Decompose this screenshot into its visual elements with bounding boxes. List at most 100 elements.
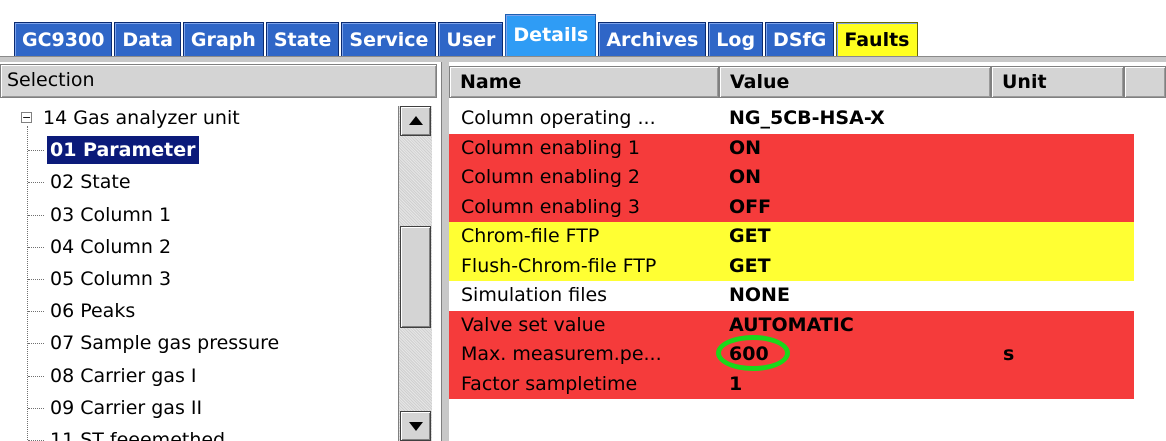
- tree-item-label[interactable]: 03 Column 1: [47, 201, 174, 229]
- cell-name: Factor sampletime: [461, 372, 638, 395]
- selection-header: Selection: [0, 64, 437, 98]
- cell-value[interactable]: NG_5CB-HSA-X: [719, 104, 991, 134]
- table-row[interactable]: Valve set value AUTOMATIC: [449, 310, 1134, 341]
- tab-dsfg[interactable]: DSfG: [765, 22, 835, 58]
- cell-value[interactable]: GET: [719, 222, 991, 252]
- tab-user[interactable]: User: [438, 22, 504, 58]
- tree-item[interactable]: 02 State: [14, 168, 394, 200]
- tree-connector: [28, 214, 44, 216]
- table-row[interactable]: Column operating ... NG_5CB-HSA-X: [449, 104, 1134, 134]
- tree-item[interactable]: 07 Sample gas pressure: [14, 329, 394, 361]
- tab-log[interactable]: Log: [708, 22, 764, 58]
- tree-connector: [28, 375, 44, 377]
- tab-archives[interactable]: Archives: [598, 22, 707, 58]
- cell-name: Valve set value: [461, 313, 606, 336]
- cell-value[interactable]: NONE: [719, 281, 991, 311]
- cell-unit: [991, 370, 1134, 400]
- table-row[interactable]: Column enabling 2 ON: [449, 163, 1134, 193]
- tab-faults[interactable]: Faults: [836, 22, 918, 58]
- tab-service[interactable]: Service: [341, 22, 437, 58]
- tab-strip: GC9300 Data Graph State Service User Details Ar…: [14, 14, 920, 58]
- cell-name: Column operating ...: [461, 107, 656, 129]
- scroll-down-button[interactable]: [400, 411, 431, 441]
- tree-item-label[interactable]: 11 ST feeemethed: [47, 426, 228, 441]
- cell-name: Simulation files: [461, 284, 608, 306]
- column-header-name[interactable]: Name: [449, 66, 719, 98]
- tree-item-label[interactable]: 05 Column 3: [47, 265, 174, 293]
- cell-name: Max. measurem.pe...: [461, 343, 662, 365]
- tree-connector: [28, 246, 44, 248]
- cell-name: Column enabling 2: [461, 166, 641, 188]
- tree-connector: [28, 150, 44, 152]
- tree-connector: [28, 182, 44, 184]
- tree-item-label[interactable]: 08 Carrier gas I: [47, 362, 199, 390]
- tree-item[interactable]: 11 ST feeemethed: [14, 426, 394, 441]
- tree-item-label[interactable]: 02 State: [47, 168, 134, 196]
- cell-name: Column enabling 3: [461, 195, 641, 218]
- cell-value[interactable]: ON: [719, 134, 991, 164]
- tree-item[interactable]: 08 Carrier gas I: [14, 362, 394, 394]
- column-header-extra[interactable]: [1124, 66, 1166, 98]
- tab-data[interactable]: Data: [114, 22, 181, 58]
- grid-rows: Column operating ... NG_5CB-HSA-X Column e…: [449, 104, 1134, 399]
- tab-details[interactable]: Details: [505, 14, 597, 58]
- arrow-down-icon: [409, 422, 423, 431]
- cell-name: Chrom-file FTP: [461, 225, 600, 247]
- tree-connector: [28, 407, 44, 409]
- tree-item[interactable]: 09 Carrier gas II: [14, 394, 394, 426]
- cell-value[interactable]: ON: [719, 163, 991, 193]
- table-row[interactable]: Max. measurem.pe... 600 s: [449, 340, 1134, 370]
- tree-item-label[interactable]: 01 Parameter: [47, 136, 199, 165]
- cell-name: Column enabling 1: [461, 136, 641, 159]
- tree-item[interactable]: 04 Column 2: [14, 233, 394, 265]
- selection-tree: − 14 Gas analyzer unit 01 Parameter 02 St…: [14, 104, 394, 441]
- column-header-value[interactable]: Value: [719, 66, 991, 98]
- tree-connector: [28, 343, 44, 345]
- scroll-up-button[interactable]: [400, 106, 431, 136]
- tree-item-label[interactable]: 06 Peaks: [47, 297, 138, 325]
- tree-item[interactable]: 05 Column 3: [14, 265, 394, 297]
- selection-panel: Selection − 14 Gas analyzer unit 01 Para…: [0, 62, 441, 441]
- tab-state[interactable]: State: [265, 22, 340, 58]
- cell-unit: [991, 252, 1134, 282]
- column-header-unit[interactable]: Unit: [991, 66, 1124, 98]
- arrow-up-icon: [409, 116, 423, 125]
- cell-unit: [991, 134, 1134, 164]
- cell-value[interactable]: OFF: [719, 193, 991, 223]
- tree-root-label[interactable]: 14 Gas analyzer unit: [40, 104, 243, 132]
- table-row[interactable]: Simulation files NONE: [449, 281, 1134, 311]
- grid-header: Name Value Unit: [449, 66, 1166, 98]
- cell-value[interactable]: 1: [719, 370, 991, 400]
- cell-unit: s: [1003, 343, 1015, 365]
- cell-unit: [991, 311, 1134, 341]
- collapse-icon[interactable]: −: [21, 112, 32, 123]
- tab-gc9300[interactable]: GC9300: [14, 22, 113, 58]
- cell-unit: [991, 104, 1134, 134]
- table-row[interactable]: Chrom-file FTP GET: [449, 222, 1134, 252]
- tab-bar: GC9300 Data Graph State Service User Details Ar…: [0, 0, 1166, 63]
- cell-value[interactable]: GET: [719, 252, 991, 282]
- tree-item-label[interactable]: 04 Column 2: [47, 233, 174, 261]
- details-panel: Name Value Unit Column operating ... NG_5…: [449, 62, 1166, 441]
- cell-unit: [991, 193, 1134, 223]
- cell-unit: [991, 222, 1134, 252]
- cell-name: Flush-Chrom-file FTP: [461, 254, 657, 277]
- tree-item-label[interactable]: 09 Carrier gas II: [47, 394, 205, 422]
- table-row[interactable]: Flush-Chrom-file FTP GET: [449, 251, 1134, 282]
- tree-item[interactable]: 06 Peaks: [14, 297, 394, 329]
- tree-item-label[interactable]: 07 Sample gas pressure: [47, 329, 282, 357]
- tree-item[interactable]: 01 Parameter: [14, 136, 394, 168]
- tree-scrollbar[interactable]: [398, 106, 432, 441]
- tab-graph[interactable]: Graph: [182, 22, 264, 58]
- cell-unit: [991, 163, 1134, 193]
- tree-item[interactable]: 03 Column 1: [14, 201, 394, 233]
- table-row[interactable]: Column enabling 1 ON: [449, 133, 1134, 164]
- table-row[interactable]: Column enabling 3 OFF: [449, 192, 1134, 223]
- scroll-thumb[interactable]: [400, 226, 431, 328]
- tree-connector: [28, 311, 44, 313]
- annotation-circle: [716, 335, 790, 371]
- table-row[interactable]: Factor sampletime 1: [449, 369, 1134, 400]
- cell-unit: [991, 281, 1134, 311]
- tree-root-node[interactable]: − 14 Gas analyzer unit: [14, 104, 394, 136]
- tree-connector: [28, 278, 44, 280]
